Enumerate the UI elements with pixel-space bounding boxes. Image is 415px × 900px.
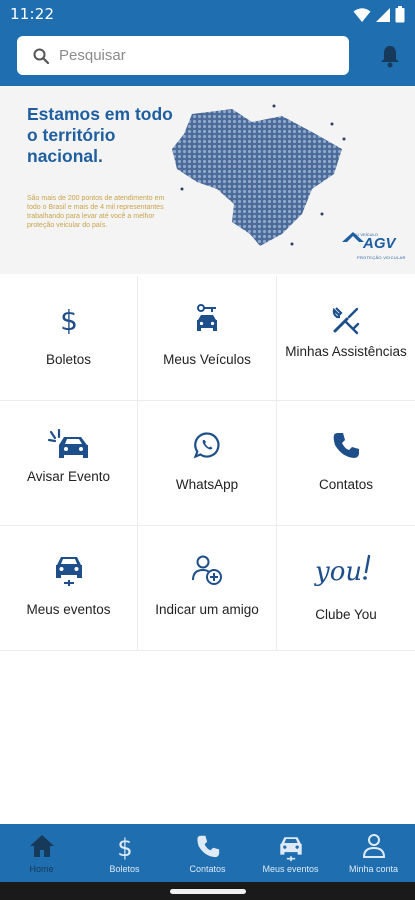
menu-grid: $ Boletos Meus Veículos Minhas Assistênc… <box>0 276 415 651</box>
promo-banner[interactable]: Estamos em todo o território nacional. S… <box>0 86 415 274</box>
menu-label: Boletos <box>45 352 92 367</box>
tab-minha-conta[interactable]: Minha conta <box>332 824 415 882</box>
phone-icon <box>333 433 359 458</box>
menu-label: Meus eventos <box>26 602 111 617</box>
banner-body: São mais de 200 pontos de atendimento em… <box>27 195 165 229</box>
search-bar[interactable] <box>17 36 349 75</box>
car-key-icon <box>197 304 217 331</box>
menu-item-contatos[interactable]: Contatos <box>277 401 415 526</box>
dollar-icon: $ <box>117 834 132 860</box>
brazil-map-image <box>172 104 346 246</box>
car-front-icon <box>55 557 82 586</box>
home-icon <box>29 835 54 857</box>
menu-item-boletos[interactable]: $ Boletos <box>0 276 138 401</box>
menu-label: Clube You <box>315 607 377 622</box>
menu-item-clube-you[interactable]: you Clube You <box>277 526 415 651</box>
menu-item-minhas-assistencias[interactable]: Minhas Assistências <box>277 276 415 401</box>
tab-home[interactable]: Home <box>0 824 83 882</box>
tab-label: Meus eventos <box>262 864 319 874</box>
car-crash-icon <box>47 428 88 458</box>
menu-label: Avisar Evento <box>26 469 111 484</box>
wifi-icon <box>353 7 371 22</box>
menu-label: Minhas Assistências <box>285 344 407 359</box>
tab-label: Contatos <box>189 864 226 874</box>
agv-tagline: PROTEÇÃO VEICULAR <box>357 255 406 260</box>
menu-label: Meus Veículos <box>163 352 251 367</box>
tab-label: Boletos <box>109 864 140 874</box>
search-input[interactable] <box>59 47 309 64</box>
home-gesture-pill[interactable] <box>170 889 246 894</box>
status-bar: 11:22 <box>0 0 415 30</box>
phone-icon <box>196 835 219 858</box>
system-nav-bar <box>0 882 415 900</box>
you-logo-icon: you <box>314 554 371 587</box>
svg-text:$: $ <box>117 834 132 860</box>
add-user-icon <box>192 555 222 585</box>
svg-text:$: $ <box>60 305 78 335</box>
tab-boletos[interactable]: $ Boletos <box>83 824 166 882</box>
signal-icon <box>376 7 390 22</box>
svg-text:you: you <box>314 557 362 587</box>
status-icons <box>353 6 405 23</box>
tab-contatos[interactable]: Contatos <box>166 824 249 882</box>
agv-logo-text: AGV <box>363 235 396 252</box>
banner-title: Estamos em todo o território nacional. <box>27 104 173 166</box>
battery-icon <box>395 6 405 23</box>
app-header <box>0 30 415 86</box>
bottom-tab-bar: Home $ Boletos Contatos Meus eventos Min… <box>0 824 415 882</box>
tools-icon <box>332 307 360 335</box>
dollar-icon: $ <box>60 305 78 335</box>
search-icon <box>33 48 49 64</box>
menu-item-whatsapp[interactable]: WhatsApp <box>138 401 277 526</box>
tab-label: Home <box>29 864 54 874</box>
status-time: 11:22 <box>10 5 55 23</box>
menu-item-meus-veiculos[interactable]: Meus Veículos <box>138 276 277 401</box>
menu-item-meus-eventos[interactable]: Meus eventos <box>0 526 138 651</box>
tab-meus-eventos[interactable]: Meus eventos <box>249 824 332 882</box>
car-icon <box>279 837 302 862</box>
menu-item-indicar-amigo[interactable]: Indicar um amigo <box>138 526 277 651</box>
whatsapp-icon <box>193 432 220 459</box>
menu-item-avisar-evento[interactable]: Avisar Evento <box>0 401 138 526</box>
menu-label: Contatos <box>318 477 374 492</box>
person-icon <box>362 834 385 858</box>
menu-label: Indicar um amigo <box>155 602 259 617</box>
bell-icon[interactable] <box>379 44 401 68</box>
tab-label: Minha conta <box>348 864 399 874</box>
menu-label: WhatsApp <box>175 477 239 492</box>
